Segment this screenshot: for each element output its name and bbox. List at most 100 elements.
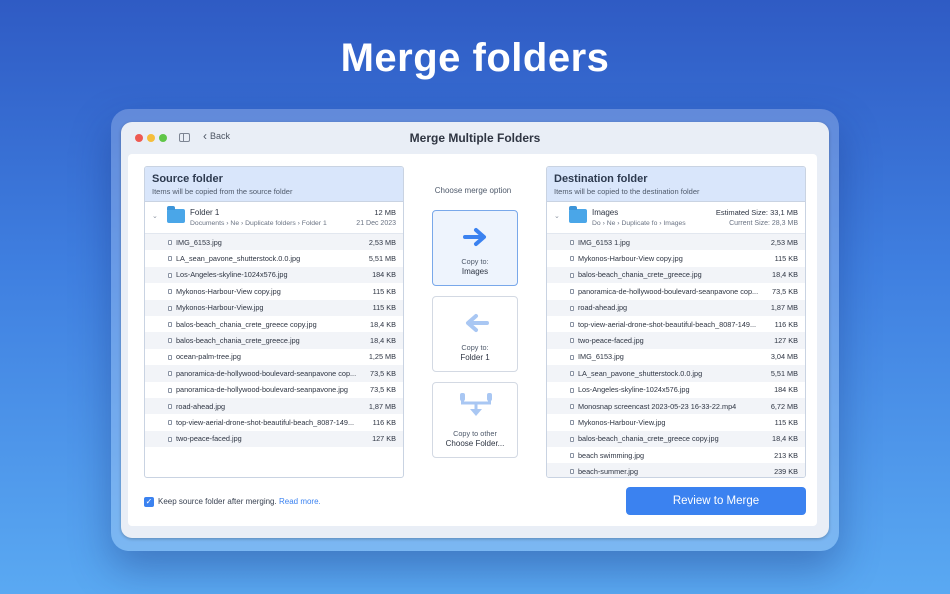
file-row[interactable]: panoramica-de-hollywood-boulevard-seanpa… [145, 382, 403, 398]
file-size: 18,4 KB [772, 270, 798, 280]
file-size: 18,4 KB [370, 319, 396, 329]
file-icon [168, 240, 172, 245]
file-row[interactable]: Los-Angeles-skyline-1024x576.jpg 184 KB [145, 266, 403, 284]
file-row[interactable]: ocean-palm-tree.jpg 1,25 MB [145, 349, 403, 365]
file-icon [168, 420, 172, 426]
source-panel-header: Source folder Items will be copied from … [145, 167, 403, 202]
file-row[interactable]: balos-beach_chania_crete_greece copy.jpg… [547, 430, 805, 448]
file-row[interactable]: two-peace-faced.jpg 127 KB [547, 332, 805, 349]
destination-file-list: IMG_6153 1.jpg 2,53 MB Mykonos-Harbour-Vie… [547, 234, 805, 477]
option-line2: Folder 1 [460, 353, 490, 362]
file-name: balos-beach_chania_crete_greece.jpg [176, 336, 300, 346]
option-line1: Copy to: [461, 257, 489, 266]
file-icon [570, 453, 574, 459]
file-row[interactable]: Mykonos-Harbour-View copy.jpg 115 KB [145, 283, 403, 299]
file-name: two-peace-faced.jpg [578, 336, 644, 346]
file-size: 6,72 MB [770, 401, 798, 411]
review-to-merge-button[interactable]: Review to Merge [626, 487, 806, 515]
file-size: 2,53 MB [770, 237, 798, 247]
file-icon [168, 436, 172, 442]
file-icon [570, 371, 574, 377]
file-icon [570, 240, 574, 245]
file-row[interactable]: Mykonos-Harbour-View.jpg 115 KB [547, 414, 805, 430]
file-size: 1,87 MB [368, 401, 396, 411]
file-name: beach-summer.jpg [578, 467, 639, 477]
file-icon [570, 305, 574, 311]
file-row[interactable]: LA_sean_pavone_shutterstock.0.0.jpg 5,51 … [145, 250, 403, 266]
file-icon [570, 420, 574, 426]
option-line1: Copy to: [461, 343, 489, 352]
file-row[interactable]: beach swimming.jpg 213 KB [547, 447, 805, 463]
file-icon [168, 338, 172, 344]
file-name: LA_sean_pavone_shutterstock.0.0.jpg [578, 368, 703, 378]
main-content: Source folder Items will be copied from … [128, 154, 817, 526]
file-name: Mykonos-Harbour-View copy.jpg [176, 286, 281, 296]
file-row[interactable]: IMG_6153.jpg 2,53 MB [145, 234, 403, 251]
file-row[interactable]: LA_sean_pavone_shutterstock.0.0.jpg 5,51 … [547, 365, 805, 382]
file-row[interactable]: Monosnap screencast 2023-05-23 16-33-22.… [547, 397, 805, 415]
arrow-left-icon [466, 314, 489, 332]
file-icon [168, 272, 172, 278]
file-row[interactable]: balos-beach_chania_crete_greece.jpg 18,4 … [547, 266, 805, 284]
source-panel-subtitle: Items will be copied from the source fol… [152, 187, 293, 196]
file-row[interactable]: road-ahead.jpg 1,87 MB [547, 299, 805, 316]
file-row[interactable]: Mykonos-Harbour-View copy.jpg 115 KB [547, 250, 805, 266]
file-icon [570, 469, 574, 475]
option-line2: Choose Folder... [445, 439, 505, 448]
file-icon [570, 436, 574, 442]
file-name: IMG_6153.jpg [578, 352, 624, 362]
file-size: 239 KB [774, 467, 798, 477]
file-name: road-ahead.jpg [578, 303, 628, 313]
copy-to-destination-option[interactable]: Copy to: Images [432, 210, 518, 286]
file-row[interactable]: panoramica-de-hollywood-boulevard-seanpa… [547, 283, 805, 299]
file-size: 18,4 KB [370, 336, 396, 346]
destination-panel-title: Destination folder [554, 173, 648, 185]
file-row[interactable]: Mykonos-Harbour-View.jpg 115 KB [145, 299, 403, 316]
folder-icon [167, 206, 185, 223]
file-icon [168, 289, 172, 295]
file-name: Mykonos-Harbour-View copy.jpg [578, 254, 683, 264]
file-size: 116 KB [774, 319, 798, 329]
file-size: 1,87 MB [770, 303, 798, 313]
file-size: 115 KB [774, 254, 798, 264]
file-name: IMG_6153.jpg [176, 237, 222, 247]
source-folder-path: Documents › Ne › Duplicate folders › Fol… [190, 220, 327, 227]
file-size: 1,25 MB [368, 352, 396, 362]
file-row[interactable]: top-view-aerial-drone-shot-beautiful-bea… [145, 414, 403, 430]
arrow-right-icon [463, 228, 486, 246]
file-row[interactable]: road-ahead.jpg 1,87 MB [145, 397, 403, 415]
file-row[interactable]: balos-beach_chania_crete_greece.jpg 18,4 … [145, 332, 403, 349]
file-row[interactable]: top-view-aerial-drone-shot-beautiful-bea… [547, 316, 805, 332]
file-row[interactable]: two-peace-faced.jpg 127 KB [145, 430, 403, 448]
file-row[interactable]: IMG_6153 1.jpg 2,53 MB [547, 234, 805, 251]
file-name: panoramica-de-hollywood-boulevard-seanpa… [176, 385, 348, 395]
file-name: Mykonos-Harbour-View.jpg [578, 417, 666, 427]
source-folder-size: 12 MB [374, 208, 396, 217]
file-icon [570, 289, 574, 295]
file-row[interactable]: Los-Angeles-skyline-1024x576.jpg 184 KB [547, 382, 805, 398]
copy-to-source-option[interactable]: Copy to: Folder 1 [432, 296, 518, 372]
file-row[interactable]: panoramica-de-hollywood-boulevard-seanpa… [145, 365, 403, 382]
file-size: 115 KB [372, 286, 396, 296]
copy-to-other-option[interactable]: Copy to other Choose Folder... [432, 382, 518, 458]
file-name: panoramica-de-hollywood-boulevard-seanpa… [578, 286, 759, 296]
source-folder-row[interactable]: ⌄ Folder 1 Documents › Ne › Duplicate fo… [145, 202, 403, 234]
chevron-down-icon[interactable]: ⌄ [152, 212, 158, 220]
file-row[interactable]: IMG_6153.jpg 3,04 MB [547, 349, 805, 365]
file-name: beach swimming.jpg [578, 450, 645, 460]
source-panel: Source folder Items will be copied from … [144, 166, 404, 478]
keep-source-label: Keep source folder after merging. Read m… [158, 497, 321, 506]
keep-source-checkbox[interactable]: ✓ [144, 497, 154, 507]
file-size: 184 KB [372, 270, 396, 280]
file-name: two-peace-faced.jpg [176, 434, 242, 444]
destination-estimated-size: Estimated Size: 33,1 MB [715, 208, 798, 217]
file-size: 73,5 KB [772, 286, 798, 296]
file-row[interactable]: balos-beach_chania_crete_greece copy.jpg… [145, 316, 403, 332]
destination-folder-row[interactable]: ⌄ Images Do › Ne › Duplicate fo › Images… [547, 202, 805, 234]
file-size: 115 KB [372, 303, 396, 313]
file-row[interactable]: beach-summer.jpg 239 KB [547, 463, 805, 477]
chevron-down-icon[interactable]: ⌄ [554, 212, 560, 220]
read-more-link[interactable]: Read more. [279, 497, 321, 506]
option-line2: Images [461, 267, 489, 276]
file-size: 73,5 KB [370, 368, 396, 378]
